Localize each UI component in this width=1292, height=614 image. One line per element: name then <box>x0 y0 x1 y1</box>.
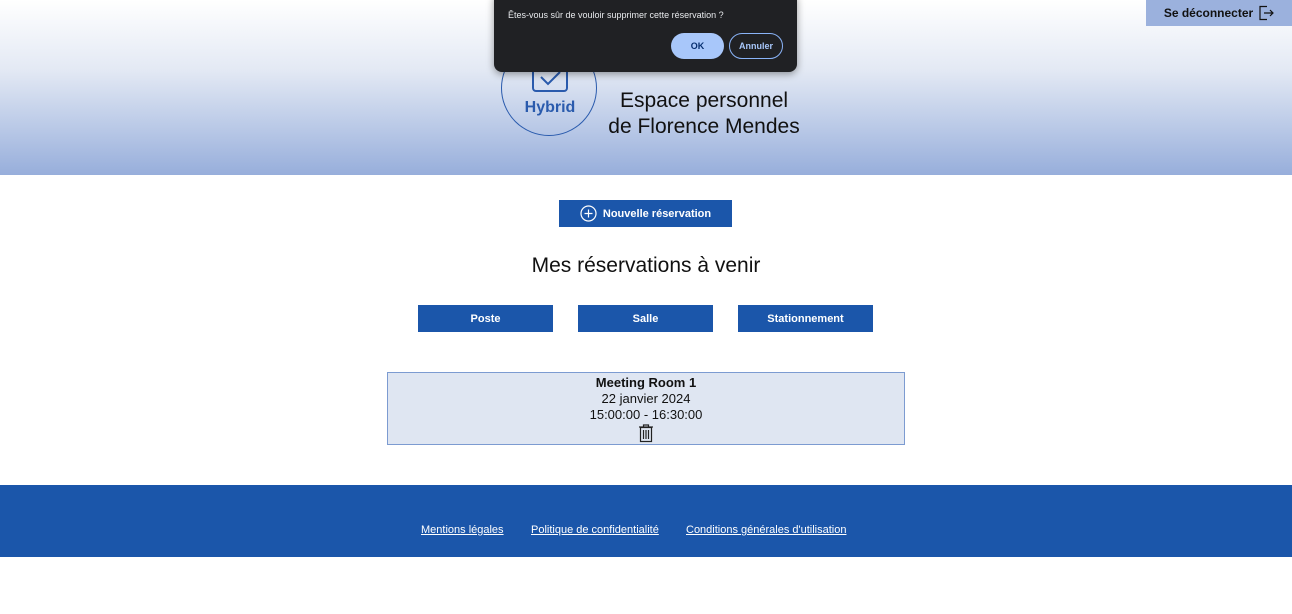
dialog-cancel-button[interactable]: Annuler <box>729 33 783 59</box>
logout-button[interactable]: Se déconnecter <box>1146 0 1292 26</box>
page-title-line1: Espace personnel <box>619 89 789 112</box>
dialog-message: Êtes-vous sûr de vouloir supprimer cette… <box>508 10 724 20</box>
logout-label: Se déconnecter <box>1163 6 1254 20</box>
filter-poste-button[interactable]: Poste <box>418 305 553 332</box>
reservation-room: Meeting Room 1 <box>595 375 697 390</box>
dialog-ok-button[interactable]: OK <box>671 33 724 59</box>
page-title: Espace personnel de Florence Mendes <box>599 88 809 140</box>
reservation-time: 15:00:00 - 16:30:00 <box>589 407 703 422</box>
logout-icon <box>1258 5 1275 21</box>
trash-icon[interactable] <box>637 423 655 448</box>
filter-salle-button[interactable]: Salle <box>578 305 713 332</box>
new-reservation-label: Nouvelle réservation <box>602 207 712 220</box>
footer-link-mentions-legales[interactable]: Mentions légales <box>421 524 504 536</box>
page-title-line2: de Florence Mendes <box>608 115 800 138</box>
new-reservation-button[interactable]: Nouvelle réservation <box>559 200 732 227</box>
upcoming-reservations-title: Mes réservations à venir <box>531 254 761 277</box>
reservation-date: 22 janvier 2024 <box>601 391 691 406</box>
logo-text: Hybrid <box>524 99 576 116</box>
footer-link-privacy-policy[interactable]: Politique de confidentialité <box>531 524 659 536</box>
plus-circle-icon <box>580 205 597 222</box>
footer: Mentions légales Politique de confidenti… <box>0 485 1292 557</box>
footer-link-terms[interactable]: Conditions générales d'utilisation <box>686 524 846 536</box>
filter-stationnement-button[interactable]: Stationnement <box>738 305 873 332</box>
reservation-card: Meeting Room 1 22 janvier 2024 15:00:00 … <box>387 372 905 445</box>
